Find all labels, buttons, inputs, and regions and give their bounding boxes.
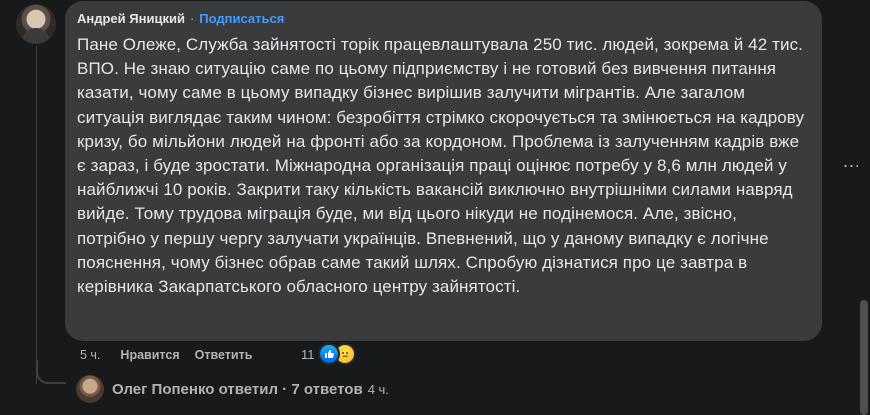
replies-link[interactable]: Олег Попенко ответил · 7 ответов 4 ч. — [76, 373, 389, 405]
scrollbar-thumb[interactable] — [860, 300, 868, 415]
author-name[interactable]: Андрей Яницкий — [77, 11, 185, 26]
comment-header: Андрей Яницкий · Подписаться — [77, 9, 810, 27]
scrollbar[interactable] — [858, 0, 870, 415]
comment-actions: 5 ч. Нравится Ответить — [80, 346, 252, 364]
replies-summary[interactable]: Олег Попенко ответил · 7 ответов — [112, 381, 363, 398]
thread-connector — [36, 360, 66, 384]
reaction-count: 11 — [301, 346, 315, 362]
replier-avatar — [76, 375, 104, 403]
comment-bubble: Андрей Яницкий · Подписаться Пане Олеже,… — [65, 1, 822, 341]
avatar-figure — [22, 28, 50, 44]
reactions-summary[interactable]: 11 — [301, 343, 356, 365]
thread-line — [36, 46, 37, 384]
like-icon — [317, 343, 340, 365]
author-avatar[interactable] — [16, 4, 56, 44]
subscribe-button[interactable]: Подписаться — [199, 11, 284, 26]
reply-button[interactable]: Ответить — [195, 348, 253, 362]
replies-time: 4 ч. — [367, 381, 389, 397]
header-separator: · — [189, 10, 195, 26]
comment-time[interactable]: 5 ч. — [80, 348, 100, 362]
comment-text: Пане Олеже, Служба зайнятості торік прац… — [77, 35, 805, 297]
like-button[interactable]: Нравится — [120, 348, 179, 362]
